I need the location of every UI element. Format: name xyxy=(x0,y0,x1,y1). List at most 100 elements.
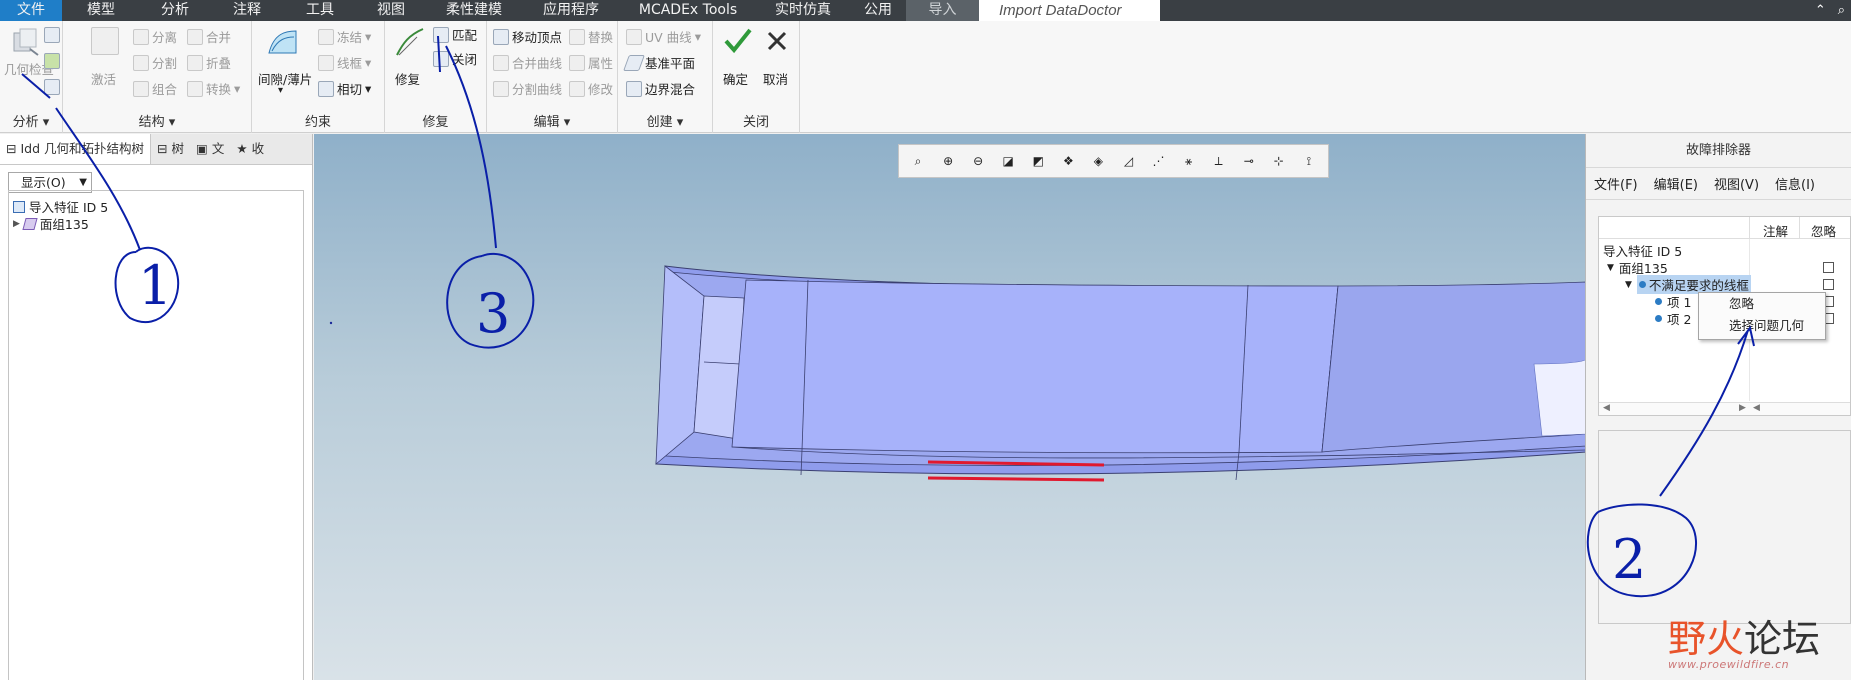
tab-favorites[interactable]: ★ 收 xyxy=(230,134,270,164)
menu-analysis[interactable]: 分析 xyxy=(140,0,210,21)
analysis-tool-icon-3[interactable] xyxy=(44,79,60,95)
replace-icon xyxy=(569,28,585,45)
close-repair-icon xyxy=(433,50,449,67)
menu-ts-edit[interactable]: 编辑(E) xyxy=(1654,174,1698,193)
group-button[interactable]: 组合 xyxy=(133,79,177,98)
cancel-button[interactable]: 取消 xyxy=(763,69,788,88)
menubar-right-tools: ⌃ ⌕ xyxy=(1815,0,1845,21)
uv-curve-button[interactable]: UV 曲线 ▾ xyxy=(626,27,701,46)
tab-import-datadoctor[interactable]: Import DataDoctor xyxy=(979,0,1160,21)
uv-curve-icon xyxy=(626,28,642,45)
group-label-create[interactable]: 创建 ▾ xyxy=(618,111,712,130)
activate-icon xyxy=(91,27,119,55)
geometry-check-icon xyxy=(13,28,39,56)
group-close: 确定 取消 关闭 xyxy=(713,21,800,133)
menu-mcadex-tools[interactable]: MCADEx Tools xyxy=(620,0,756,21)
caret-up-icon[interactable]: ⌃ xyxy=(1815,3,1826,18)
context-menu-select-problem-geometry[interactable]: 选择问题几何 xyxy=(1699,315,1825,337)
tangent-button[interactable]: 相切 ▾ xyxy=(318,79,371,98)
freeze-button[interactable]: 冻结 ▾ xyxy=(318,27,371,46)
split-icon xyxy=(133,54,149,71)
status-dot-icon xyxy=(1638,281,1646,288)
menu-realtime-sim[interactable]: 实时仿真 xyxy=(756,0,850,21)
group-label-edit[interactable]: 编辑 ▾ xyxy=(487,111,617,130)
boundary-blend-button[interactable]: 边界混合 xyxy=(626,79,695,98)
fix-icon xyxy=(396,28,424,56)
troubleshooter-details xyxy=(1598,430,1851,624)
context-menu: 忽略 选择问题几何 xyxy=(1698,292,1826,340)
modify-icon xyxy=(569,80,585,97)
scroll-left-icon[interactable]: ◀ xyxy=(1603,403,1610,413)
move-vertex-button[interactable]: 移动顶点 xyxy=(493,27,562,46)
left-panel: ⊟ Idd 几何和拓扑结构树 ⊟ 树 ▣ 文 ★ 收 显示(O) ▼ 导入特征 ID 5 … xyxy=(0,134,313,680)
menu-flexible-modeling[interactable]: 柔性建模 xyxy=(426,0,522,21)
ignore-checkbox-wireframe[interactable] xyxy=(1823,279,1834,290)
wireframe-button[interactable]: 线框 ▾ xyxy=(318,53,371,72)
gap-sliver-dropdown[interactable]: ▾ xyxy=(278,85,283,96)
activate-button[interactable]: 激活 xyxy=(91,69,116,88)
wireframe-icon xyxy=(318,54,334,71)
analysis-tool-icon-1[interactable] xyxy=(44,27,60,43)
menu-file[interactable]: 文件 xyxy=(0,0,62,21)
menu-model[interactable]: 模型 xyxy=(62,0,140,21)
left-panel-tabs: ⊟ Idd 几何和拓扑结构树 ⊟ 树 ▣ 文 ★ 收 xyxy=(0,134,312,165)
group-label-constraint: 约束 xyxy=(304,115,331,130)
menu-ts-file[interactable]: 文件(F) xyxy=(1594,174,1638,193)
menu-import[interactable]: 导入 xyxy=(906,0,979,21)
menu-annotate[interactable]: 注释 xyxy=(210,0,284,21)
merge-curve-icon xyxy=(493,54,509,71)
model-3d[interactable] xyxy=(314,134,1586,680)
menu-view[interactable]: 视图 xyxy=(356,0,426,21)
group-label-structure[interactable]: 结构 ▾ xyxy=(63,111,251,130)
match-icon xyxy=(433,26,449,43)
separate-button[interactable]: 分离 xyxy=(133,27,177,46)
search-icon[interactable]: ⌕ xyxy=(1838,3,1845,18)
column-ignore[interactable]: 忽略 xyxy=(1811,221,1836,240)
collapse-arrow-icon-2[interactable]: ▼ xyxy=(1625,280,1632,290)
scroll-right-icon[interactable]: ▶ xyxy=(1739,403,1746,413)
convert-button[interactable]: 转换 ▾ xyxy=(187,79,240,98)
merge-curve-button[interactable]: 合并曲线 xyxy=(493,53,562,72)
menu-applications[interactable]: 应用程序 xyxy=(522,0,620,21)
ts-row-item-2[interactable]: 项 2 xyxy=(1655,309,1691,328)
tree-item-quilt[interactable]: ▶ 面组135 xyxy=(13,214,89,233)
menu-ts-info[interactable]: 信息(I) xyxy=(1775,174,1815,193)
tab-folder-browser[interactable]: ▣ 文 xyxy=(190,134,230,164)
modify-button[interactable]: 修改 xyxy=(569,79,613,98)
property-button[interactable]: 属性 xyxy=(569,53,613,72)
merge-button[interactable]: 合并 xyxy=(187,27,231,46)
column-annotation[interactable]: 注解 xyxy=(1763,221,1788,240)
ignore-checkbox-quilt[interactable] xyxy=(1823,262,1834,273)
troubleshooter-title: 故障排除器 xyxy=(1586,134,1851,168)
close-repair-button[interactable]: 关闭 xyxy=(433,49,477,68)
split-button[interactable]: 分割 xyxy=(133,53,177,72)
gap-sliver-button[interactable]: 间隙/薄片 xyxy=(258,69,312,88)
context-menu-ignore[interactable]: 忽略 xyxy=(1699,293,1825,315)
menu-utilities[interactable]: 公用 xyxy=(850,0,906,21)
replace-button[interactable]: 替换 xyxy=(569,27,613,46)
horizontal-scrollbar[interactable]: ◀ ▶ ◀ xyxy=(1599,402,1850,415)
split-curve-button[interactable]: 分割曲线 xyxy=(493,79,562,98)
graphics-viewport[interactable]: ⌕ ⊕ ⊖ ◪ ◩ ❖ ◈ ◿ ⋰ ⚹ ⟂ ⊸ ⊹ ⟟ xyxy=(314,134,1586,680)
fix-button[interactable]: 修复 xyxy=(395,69,420,88)
datum-plane-button[interactable]: 基准平面 xyxy=(623,53,695,72)
collapse-arrow-icon[interactable]: ▼ xyxy=(1607,263,1614,273)
feature-icon xyxy=(13,200,25,213)
scroll-left-icon-2[interactable]: ◀ xyxy=(1753,403,1760,413)
ok-button[interactable]: 确定 xyxy=(723,69,748,88)
fold-button[interactable]: 折叠 xyxy=(187,53,231,72)
match-button[interactable]: 匹配 xyxy=(433,25,477,44)
watermark-logo: 野火论坛 www.proewildfire.cn xyxy=(1668,608,1820,671)
tab-model-tree[interactable]: ⊟ 树 xyxy=(151,134,190,164)
fold-icon xyxy=(187,54,203,71)
group-structure: 激活 分离 合并 分割 折叠 组合 转换 ▾ 结构 ▾ xyxy=(63,21,252,133)
menu-ts-view[interactable]: 视图(V) xyxy=(1714,174,1759,193)
split-curve-icon xyxy=(493,80,509,97)
analysis-tool-icon-2[interactable] xyxy=(44,53,60,69)
expand-arrow-icon[interactable]: ▶ xyxy=(13,219,20,229)
tab-geometry-topology-tree[interactable]: ⊟ Idd 几何和拓扑结构树 xyxy=(0,134,152,164)
group-edit: 移动顶点 替换 合并曲线 属性 分割曲线 修改 编辑 ▾ xyxy=(487,21,618,133)
group-label-analysis[interactable]: 分析 ▾ xyxy=(0,111,62,130)
troubleshooter-panel: 故障排除器 文件(F) 编辑(E) 视图(V) 信息(I) 注解 忽略 导入特征… xyxy=(1585,134,1851,680)
menu-tools[interactable]: 工具 xyxy=(284,0,356,21)
